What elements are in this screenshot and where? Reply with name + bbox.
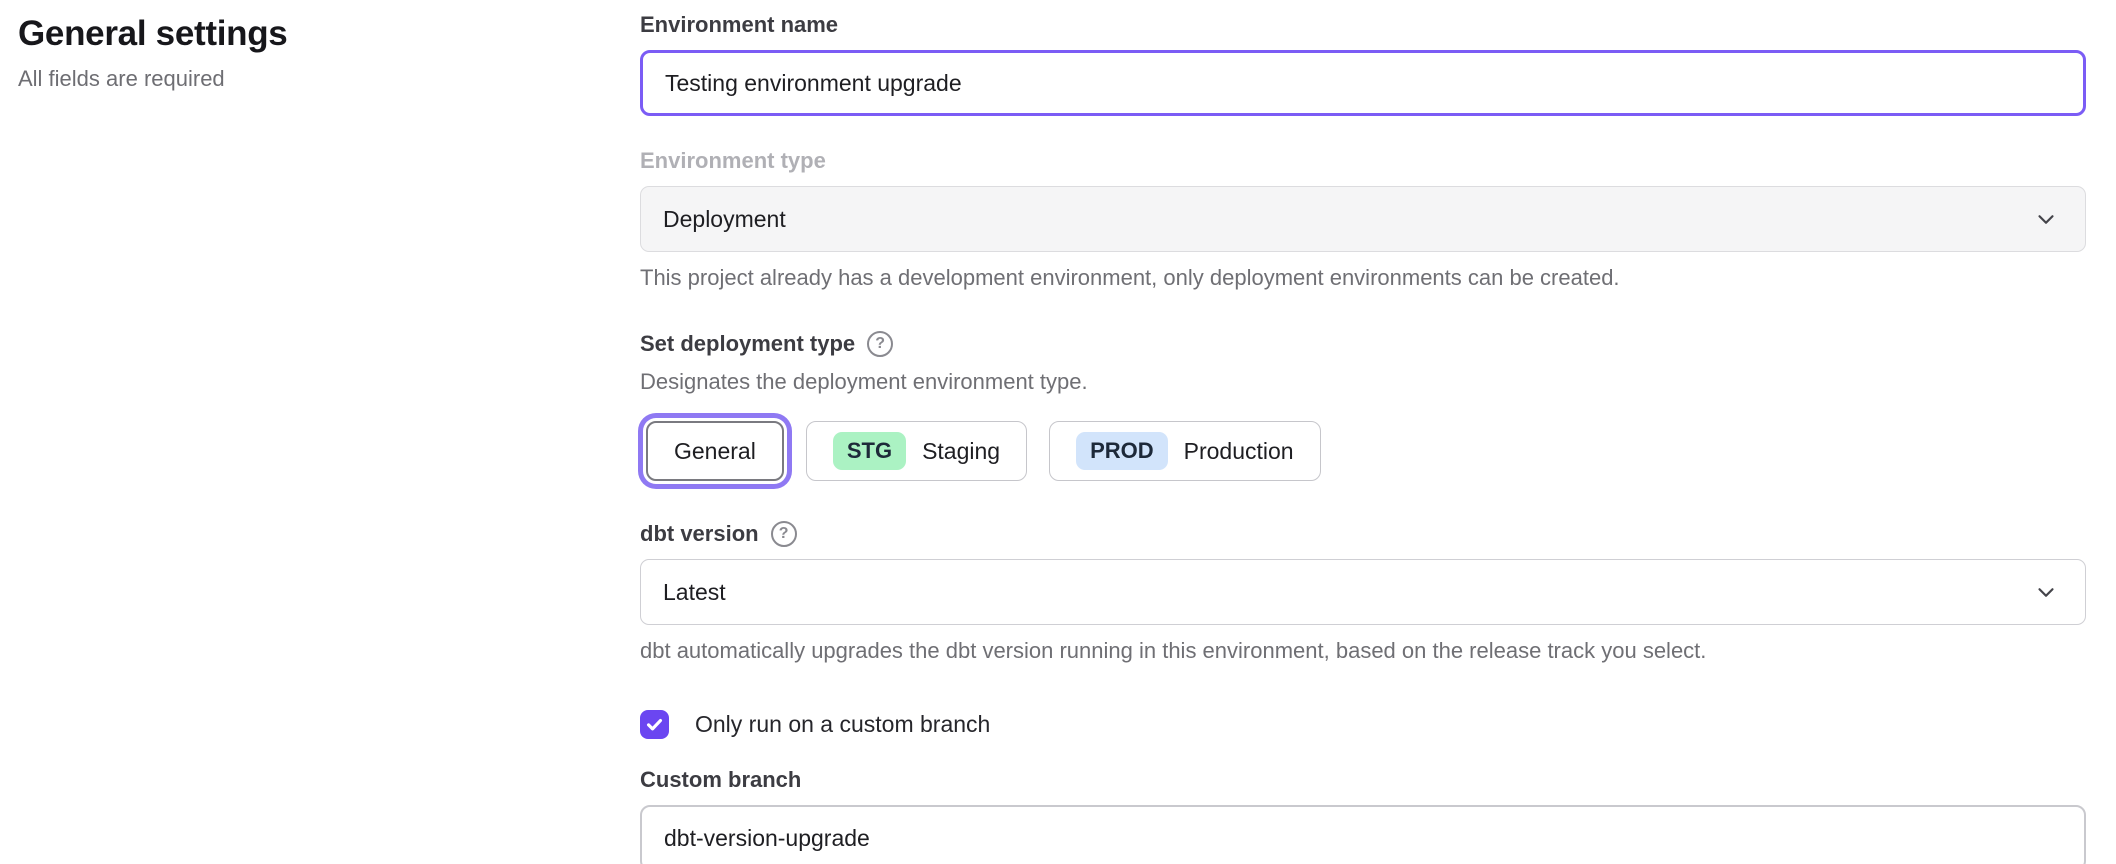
staging-badge: STG: [833, 432, 906, 470]
custom-branch-checkbox-label[interactable]: Only run on a custom branch: [695, 711, 990, 738]
deployment-type-group: Set deployment type ? Designates the dep…: [640, 331, 2086, 489]
dbt-version-select[interactable]: Latest: [640, 559, 2086, 625]
dbt-version-helper: dbt automatically upgrades the dbt versi…: [640, 638, 2086, 664]
environment-settings-page: General settings All fields are required…: [0, 0, 2116, 864]
environment-type-group: Environment type Deployment This project…: [640, 148, 2086, 291]
settings-header: General settings All fields are required: [18, 14, 578, 92]
chevron-down-icon: [2033, 579, 2059, 605]
dbt-version-value: Latest: [663, 579, 726, 606]
environment-name-group: Environment name: [640, 12, 2086, 116]
environment-type-select: Deployment: [640, 186, 2086, 252]
help-icon[interactable]: ?: [867, 331, 893, 357]
deployment-type-general-button[interactable]: General: [646, 421, 784, 481]
deployment-type-label-text: Set deployment type: [640, 331, 855, 357]
help-icon[interactable]: ?: [771, 521, 797, 547]
environment-name-label: Environment name: [640, 12, 2086, 38]
chevron-down-icon: [2033, 206, 2059, 232]
deployment-type-description: Designates the deployment environment ty…: [640, 369, 2086, 395]
deployment-type-production-button[interactable]: PROD Production: [1049, 421, 1321, 481]
environment-type-value: Deployment: [663, 206, 786, 233]
custom-branch-checkbox[interactable]: [640, 710, 669, 739]
environment-type-label: Environment type: [640, 148, 2086, 174]
page-title: General settings: [18, 14, 578, 54]
environment-type-helper: This project already has a development e…: [640, 265, 2086, 291]
dbt-version-label: dbt version ?: [640, 521, 2086, 547]
checkmark-icon: [645, 715, 664, 734]
deployment-type-staging-button[interactable]: STG Staging: [806, 421, 1027, 481]
staging-button-label: Staging: [922, 438, 1000, 465]
custom-branch-group: Custom branch: [640, 767, 2086, 864]
dbt-version-group: dbt version ? Latest dbt automatically u…: [640, 521, 2086, 664]
environment-name-input[interactable]: [640, 50, 2086, 116]
deployment-type-options: General STG Staging PROD Production: [640, 415, 2086, 489]
page-subtitle: All fields are required: [18, 66, 578, 92]
general-button-label: General: [674, 438, 756, 465]
dbt-version-label-text: dbt version: [640, 521, 759, 547]
environment-settings-form: Environment name Environment type Deploy…: [640, 12, 2086, 864]
production-badge: PROD: [1076, 432, 1168, 470]
custom-branch-checkbox-row: Only run on a custom branch: [640, 710, 2086, 739]
deployment-type-label: Set deployment type ?: [640, 331, 2086, 357]
custom-branch-label: Custom branch: [640, 767, 2086, 793]
production-button-label: Production: [1184, 438, 1294, 465]
custom-branch-input[interactable]: [640, 805, 2086, 864]
